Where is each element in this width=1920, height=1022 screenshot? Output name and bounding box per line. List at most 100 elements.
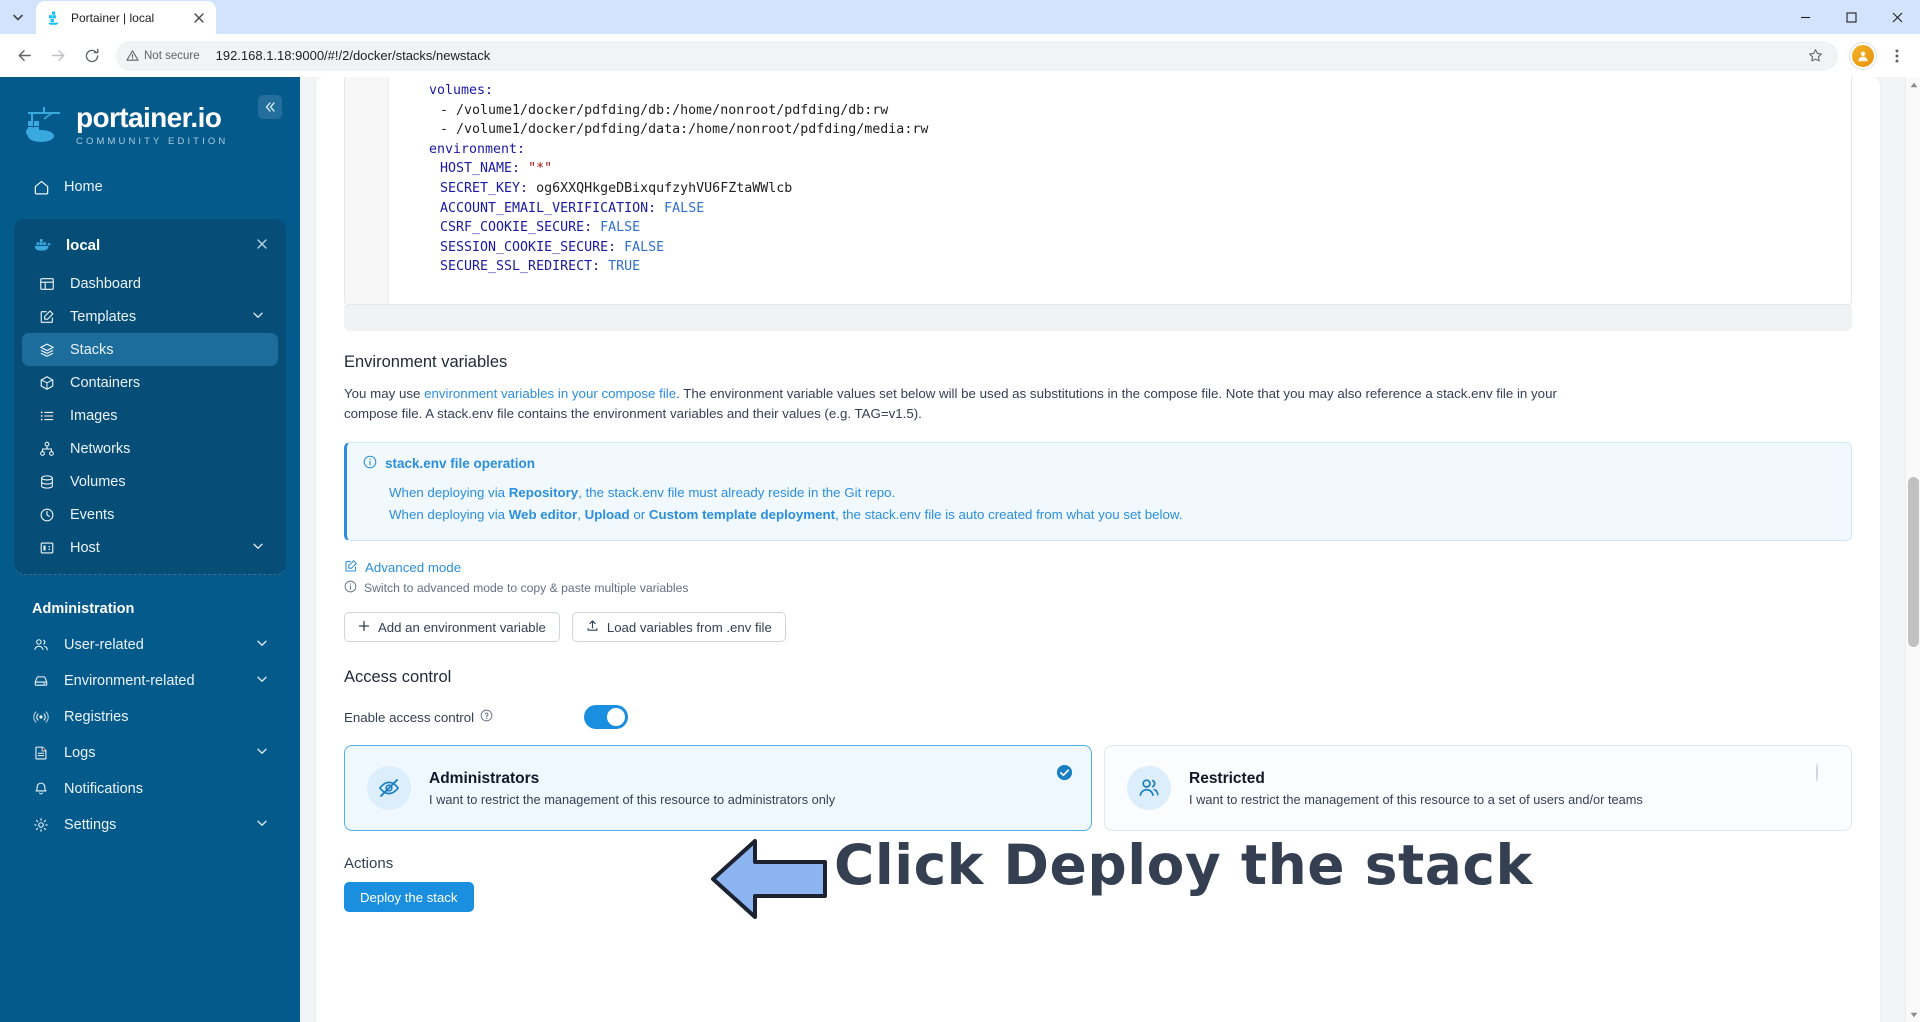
chevron-down-icon[interactable] bbox=[256, 745, 268, 761]
stack-form-body: 14volumes:15- /volume1/docker/pdfding/db… bbox=[316, 77, 1880, 1022]
sidebar-item-stacks[interactable]: Stacks bbox=[22, 333, 278, 366]
sidebar-item-settings[interactable]: Settings bbox=[18, 807, 282, 843]
sidebar-item-label: Volumes bbox=[70, 473, 126, 490]
sidebar-item-registries[interactable]: Registries bbox=[18, 699, 282, 735]
layers-icon bbox=[38, 341, 56, 359]
check-circle-icon[interactable] bbox=[1056, 764, 1073, 781]
sidebar-collapse-button[interactable] bbox=[258, 95, 282, 119]
star-icon[interactable] bbox=[1802, 43, 1828, 69]
box-icon bbox=[38, 374, 56, 392]
logo-subtitle: COMMUNITY EDITION bbox=[76, 135, 229, 147]
sidebar-item-label: Environment-related bbox=[64, 673, 195, 689]
sidebar-item-environment-related[interactable]: Environment-related bbox=[18, 663, 282, 699]
editor-line[interactable]: 18HOST_NAME: "*" bbox=[345, 159, 1851, 179]
radio-empty-icon[interactable] bbox=[1816, 763, 1833, 782]
chevron-down-icon[interactable] bbox=[256, 817, 268, 833]
network-icon bbox=[38, 440, 56, 458]
sidebar-item-logs[interactable]: Logs bbox=[18, 735, 282, 771]
sidebar-item-home[interactable]: Home bbox=[18, 169, 282, 205]
enable-access-control-label-wrap: Enable access control bbox=[344, 709, 584, 725]
access-option-restricted[interactable]: Restricted I want to restrict the manage… bbox=[1104, 745, 1852, 831]
stack-env-infobox: stack.env file operation When deploying … bbox=[344, 442, 1852, 541]
clock-icon bbox=[38, 506, 56, 524]
editor-line[interactable]: 19SECRET_KEY: og6XXQHkgeDBixqufzyhVU6FZt… bbox=[345, 179, 1851, 199]
sidebar-item-notifications[interactable]: Notifications bbox=[18, 771, 282, 807]
bell-icon bbox=[32, 780, 50, 798]
avatar[interactable] bbox=[1850, 42, 1876, 69]
scroll-down-button[interactable] bbox=[1906, 1007, 1920, 1022]
chevron-down-icon[interactable] bbox=[252, 540, 264, 556]
editor-line[interactable]: 23SECURE_SSL_REDIRECT: TRUE bbox=[345, 257, 1851, 277]
sidebar-environment-header[interactable]: local bbox=[18, 225, 282, 265]
chevron-down-icon[interactable] bbox=[256, 637, 268, 653]
sidebar-item-dashboard[interactable]: Dashboard bbox=[22, 267, 278, 300]
server-icon bbox=[38, 539, 56, 557]
editor-lines[interactable]: 14volumes:15- /volume1/docker/pdfding/db… bbox=[345, 77, 1851, 277]
editor-line[interactable]: 20ACCOUNT_EMAIL_VERIFICATION: FALSE bbox=[345, 199, 1851, 219]
sidebar-item-templates[interactable]: Templates bbox=[22, 300, 278, 333]
enable-access-control-label: Enable access control bbox=[344, 709, 475, 725]
infobox-l2b: Web editor bbox=[508, 507, 578, 522]
plus-icon bbox=[358, 620, 370, 635]
editor-line[interactable]: 21CSRF_COOKIE_SECURE: FALSE bbox=[345, 218, 1851, 238]
editor-line[interactable]: 15- /volume1/docker/pdfding/db:/home/non… bbox=[345, 101, 1851, 121]
tab-search-icon[interactable] bbox=[4, 3, 32, 31]
kebab-menu-icon[interactable] bbox=[1882, 41, 1912, 71]
editor-line-text: environment: bbox=[429, 141, 526, 157]
sidebar-item-label: Networks bbox=[70, 440, 131, 457]
sidebar-item-containers[interactable]: Containers bbox=[22, 366, 278, 399]
infobox-line-2: When deploying via Web editor, Upload or… bbox=[363, 504, 1835, 526]
infobox-l2f: Custom template deployment bbox=[648, 507, 836, 522]
sidebar-item-label: User-related bbox=[64, 637, 144, 653]
add-environment-variable-label: Add an environment variable bbox=[378, 619, 546, 635]
advanced-mode-link[interactable]: Advanced mode bbox=[344, 559, 1852, 576]
scroll-up-button[interactable] bbox=[1906, 77, 1920, 92]
sidebar-item-user-related[interactable]: User-related bbox=[18, 627, 282, 663]
scrollbar-thumb[interactable] bbox=[1908, 477, 1919, 647]
sidebar: portainer.io COMMUNITY EDITION Home loca… bbox=[0, 77, 300, 1022]
infobox-title-row: stack.env file operation bbox=[363, 455, 1835, 472]
security-status[interactable]: Not secure bbox=[126, 49, 208, 62]
page-scrollbar[interactable] bbox=[1905, 77, 1920, 1022]
editor-line[interactable]: 16- /volume1/docker/pdfding/data:/home/n… bbox=[345, 120, 1851, 140]
access-option-title: Restricted bbox=[1189, 769, 1265, 787]
enable-access-control-toggle[interactable] bbox=[584, 705, 628, 729]
chevron-down-icon[interactable] bbox=[256, 673, 268, 689]
logo-title: portainer.io bbox=[76, 101, 222, 133]
compose-env-vars-link[interactable]: environment variables in your compose fi… bbox=[424, 386, 676, 401]
tab-close-icon[interactable] bbox=[190, 9, 208, 27]
sidebar-item-networks[interactable]: Networks bbox=[22, 432, 278, 465]
editor-line[interactable]: 17environment: bbox=[345, 140, 1851, 160]
close-icon[interactable] bbox=[254, 237, 270, 254]
window-maximize-button[interactable] bbox=[1828, 0, 1874, 34]
editor-line[interactable]: 22SESSION_COOKIE_SECURE: FALSE bbox=[345, 238, 1851, 258]
editor-line[interactable]: 14volumes: bbox=[345, 81, 1851, 101]
url-text[interactable]: 192.168.1.18:9000/#!/2/docker/stacks/new… bbox=[216, 48, 1794, 63]
sidebar-item-events[interactable]: Events bbox=[22, 498, 278, 531]
sidebar-item-volumes[interactable]: Volumes bbox=[22, 465, 278, 498]
chevron-down-icon[interactable] bbox=[252, 309, 264, 325]
sidebar-item-images[interactable]: Images bbox=[22, 399, 278, 432]
env-var-buttons: Add an environment variable Load variabl… bbox=[344, 612, 1852, 642]
info-circle-icon bbox=[344, 580, 357, 596]
infobox-line-1: When deploying via Repository, the stack… bbox=[363, 482, 1835, 504]
question-circle-icon[interactable] bbox=[480, 709, 493, 725]
warning-triangle-icon bbox=[126, 50, 139, 61]
add-environment-variable-button[interactable]: Add an environment variable bbox=[344, 612, 560, 642]
sidebar-environment-items: Dashboard Templates Stacks Containers Im… bbox=[18, 265, 282, 564]
deploy-the-stack-button[interactable]: Deploy the stack bbox=[344, 882, 474, 912]
access-option-administrators[interactable]: Administrators I want to restrict the ma… bbox=[344, 745, 1092, 831]
reload-icon[interactable] bbox=[76, 40, 108, 72]
load-env-file-button[interactable]: Load variables from .env file bbox=[571, 612, 786, 642]
forward-arrow-icon[interactable] bbox=[42, 40, 74, 72]
back-arrow-icon[interactable] bbox=[8, 40, 40, 72]
sidebar-item-label: Home bbox=[64, 179, 103, 195]
browser-tab[interactable]: Portainer | local bbox=[36, 1, 216, 34]
sidebar-item-host[interactable]: Host bbox=[22, 531, 278, 564]
portainer-logo[interactable]: portainer.io COMMUNITY EDITION bbox=[0, 77, 300, 147]
compose-editor[interactable]: 14volumes:15- /volume1/docker/pdfding/db… bbox=[344, 77, 1852, 305]
window-minimize-button[interactable] bbox=[1782, 0, 1828, 34]
address-bar[interactable]: Not secure 192.168.1.18:9000/#!/2/docker… bbox=[116, 40, 1838, 71]
infobox-l1c: , the stack.env file must already reside… bbox=[578, 485, 896, 500]
window-close-button[interactable] bbox=[1874, 0, 1920, 34]
